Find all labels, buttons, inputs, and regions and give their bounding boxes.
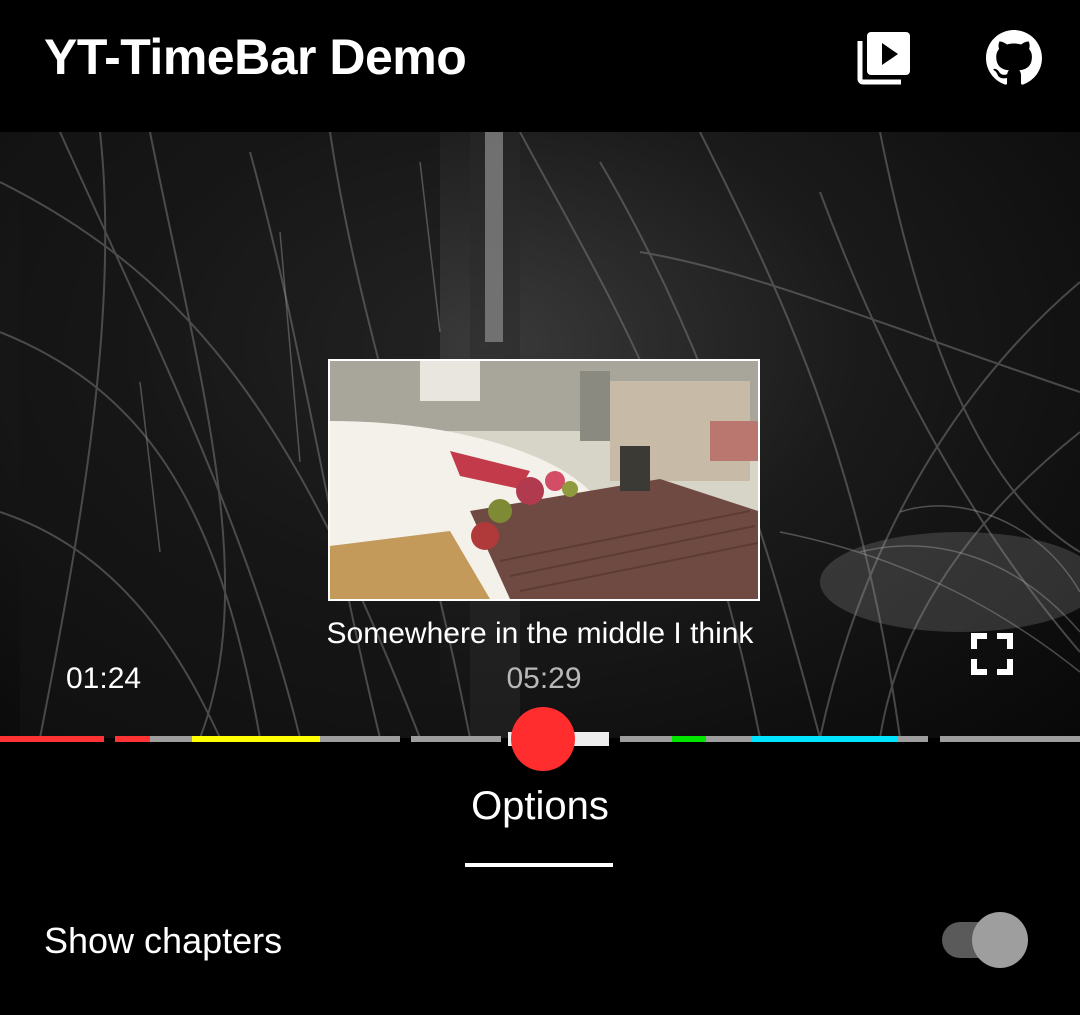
chapter-segment <box>752 736 898 742</box>
chapter-segment <box>898 736 928 742</box>
video-player[interactable]: Somewhere in the middle I think 05:29 01… <box>0 132 1080 738</box>
seek-time-label: 05:29 <box>506 662 582 695</box>
chapter-segment <box>115 736 150 742</box>
fullscreen-icon <box>971 633 1013 675</box>
preview-chapter-title: Somewhere in the middle I think <box>326 617 754 650</box>
app-title: YT-TimeBar Demo <box>44 29 467 85</box>
show-chapters-label: Show chapters <box>44 920 283 961</box>
tab-selected-indicator <box>465 863 613 867</box>
show-chapters-toggle[interactable] <box>940 912 1030 968</box>
toggle-knob <box>972 912 1028 968</box>
chapter-segment <box>0 736 104 742</box>
chapter-segment <box>150 736 192 742</box>
seek-preview-thumbnail <box>328 359 760 601</box>
current-time-label: 01:24 <box>66 662 142 695</box>
fullscreen-button[interactable] <box>966 628 1018 680</box>
playlist-icon <box>857 32 910 85</box>
chapter-segment <box>192 736 320 742</box>
chapter-segment <box>620 736 672 742</box>
chapter-segment <box>672 736 706 742</box>
preview-image <box>330 361 758 599</box>
chapter-segment <box>706 736 752 742</box>
chapter-segment <box>320 736 400 742</box>
timebar-scrubber-thumb[interactable] <box>511 707 575 771</box>
playlist-button[interactable] <box>852 26 916 90</box>
tab-options[interactable]: Options <box>440 770 640 870</box>
tab-options-label: Options <box>471 784 609 828</box>
chapter-segment <box>940 736 1080 742</box>
chapter-segment <box>411 736 501 742</box>
app-bar: YT-TimeBar Demo <box>0 0 1080 130</box>
github-icon <box>986 30 1042 85</box>
github-button[interactable] <box>982 26 1046 90</box>
